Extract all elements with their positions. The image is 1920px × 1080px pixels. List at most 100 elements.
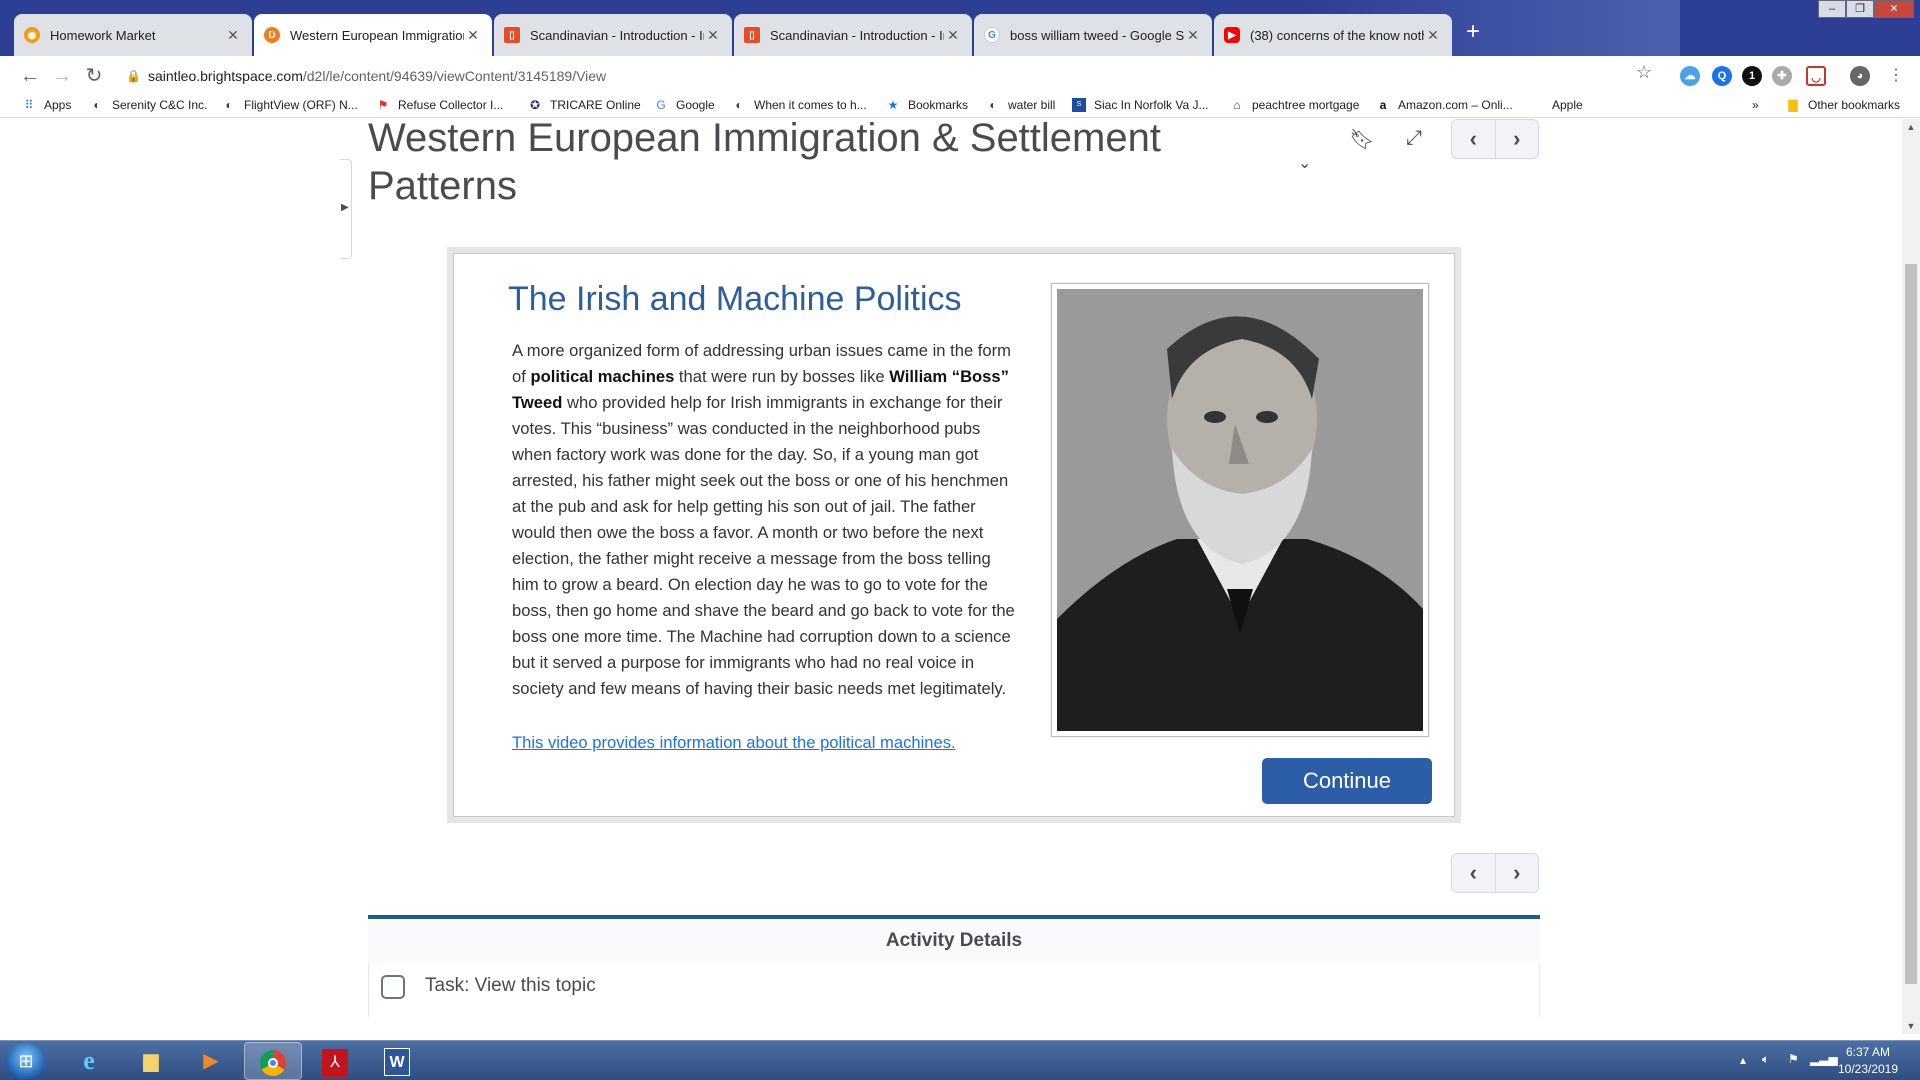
- bookmark-google[interactable]: G Google: [654, 98, 714, 112]
- bookmark-star-icon[interactable]: ☆: [1636, 62, 1652, 83]
- new-tab-button[interactable]: +: [1458, 18, 1488, 48]
- tab-homework-market[interactable]: ◉ Homework Market ✕: [14, 14, 252, 56]
- close-window-button[interactable]: ✕: [1874, 0, 1914, 18]
- acrobat-icon[interactable]: ⅄: [306, 1042, 364, 1080]
- word-icon[interactable]: W: [368, 1042, 426, 1080]
- bookmark-peachtree[interactable]: ⌂ peachtree mortgage: [1230, 98, 1359, 112]
- previous-topic-button[interactable]: ‹: [1452, 854, 1495, 892]
- bookmark-refuse-collector[interactable]: ⚑ Refuse Collector I...: [376, 98, 504, 112]
- close-tab-icon[interactable]: ✕: [224, 27, 242, 44]
- card-body-text: A more organized form of addressing urba…: [512, 341, 1015, 698]
- page-content: ▶ Western European Immigration & Settlem…: [0, 119, 1902, 1034]
- apple-icon: [1530, 98, 1544, 112]
- tab-youtube[interactable]: ▶ (38) concerns of the know nothin ✕: [1214, 14, 1452, 56]
- close-tab-icon[interactable]: ✕: [1184, 27, 1202, 44]
- bookmark-water-bill[interactable]: ◐ water bill: [986, 98, 1055, 112]
- activity-details: Activity Details Task: View this topic: [368, 915, 1540, 1034]
- tab-scandinavian-2[interactable]: ▯ Scandinavian - Introduction - Im ✕: [734, 14, 972, 56]
- activity-task-label: Task: View this topic: [425, 975, 596, 996]
- bookmark-siac[interactable]: S Siac In Norfolk Va J...: [1072, 98, 1209, 112]
- tab-google-search[interactable]: G boss william tweed - Google Sea ✕: [974, 14, 1212, 56]
- youtube-icon: ▶: [1224, 27, 1240, 43]
- windows-start-icon[interactable]: ⊞: [6, 1043, 46, 1079]
- chrome-icon[interactable]: [244, 1042, 302, 1080]
- globe-icon: ◐: [989, 98, 997, 112]
- bookmark-apple[interactable]: Apple: [1530, 98, 1583, 112]
- close-tab-icon[interactable]: ✕: [704, 27, 722, 44]
- maximize-button[interactable]: ❐: [1846, 0, 1874, 18]
- close-tab-icon[interactable]: ✕: [464, 27, 482, 44]
- back-arrow-icon[interactable]: ←: [16, 62, 44, 90]
- card-heading: The Irish and Machine Politics: [508, 280, 962, 318]
- close-tab-icon[interactable]: ✕: [944, 27, 962, 44]
- url-host: saintleo.brightspace.com: [148, 68, 303, 84]
- tab-title: boss william tweed - Google Sea: [1010, 27, 1184, 43]
- bookmark-when-it-comes[interactable]: ◐ When it comes to h...: [732, 98, 866, 112]
- bookmarks-bar: ⠿ Apps ◐ Serenity C&C Inc. ◐ FlightView (OR…: [0, 96, 1920, 118]
- task-checkbox[interactable]: [381, 975, 405, 999]
- next-topic-button[interactable]: ›: [1494, 120, 1539, 158]
- scrollbar-thumb[interactable]: [1905, 264, 1917, 984]
- url-path: /d2l/le/content/94639/viewContent/314518…: [302, 68, 607, 84]
- action-center-flag-icon[interactable]: ⚑: [1788, 1052, 1799, 1080]
- internet-explorer-icon[interactable]: e: [60, 1042, 118, 1080]
- fullscreen-icon[interactable]: ⤢: [1400, 127, 1428, 150]
- browser-tab-strip: ◉ Homework Market ✕ D Western European I…: [0, 0, 1920, 56]
- bookmark-flightview[interactable]: ◐ FlightView (ORF) N...: [222, 98, 357, 112]
- bookmark-amazon[interactable]: a Amazon.com – Onli...: [1376, 98, 1513, 112]
- minimize-button[interactable]: –: [1818, 0, 1846, 18]
- menu-kebab-icon[interactable]: ⋮: [1882, 62, 1910, 90]
- scroll-down-icon[interactable]: ▼: [1902, 1018, 1920, 1034]
- search-extension-icon[interactable]: Q: [1712, 66, 1732, 86]
- tab-title: (38) concerns of the know nothin: [1250, 27, 1424, 43]
- bookmarks-overflow-button[interactable]: »: [1752, 98, 1759, 112]
- activity-task-row: Task: View this topic: [368, 963, 1540, 1017]
- tab-western-european[interactable]: D Western European Immigration & ✕: [254, 14, 492, 56]
- previous-topic-button[interactable]: ‹: [1452, 120, 1495, 158]
- vertical-scrollbar[interactable]: ▲ ▼: [1902, 119, 1920, 1034]
- siac-icon: S: [1072, 98, 1086, 112]
- globe-icon: ◐: [93, 98, 101, 112]
- lock-icon: 🔒: [126, 69, 141, 83]
- apps-grid-icon: ⠿: [24, 98, 34, 112]
- bookmark-apps[interactable]: ⠿ Apps: [22, 98, 72, 112]
- bookmark-serenity[interactable]: ◐ Serenity C&C Inc.: [90, 98, 207, 112]
- system-clock[interactable]: 6:37 AM 10/23/2019: [1820, 1044, 1916, 1078]
- content-card: The Irish and Machine Politics A more or…: [447, 247, 1461, 823]
- next-topic-button[interactable]: ›: [1494, 854, 1539, 892]
- tray-expand-icon[interactable]: ▴: [1740, 1053, 1746, 1080]
- video-link[interactable]: This video provides information about th…: [512, 733, 956, 753]
- address-bar[interactable]: 🔒 saintleo.brightspace.com /d2l/le/conte…: [122, 62, 1702, 90]
- password-manager-icon[interactable]: 1: [1742, 66, 1762, 86]
- reload-icon[interactable]: ↻: [80, 62, 108, 90]
- sidebar-toggle[interactable]: ▶: [340, 159, 352, 259]
- bookmark-tricare[interactable]: ✪ TRICARE Online: [528, 98, 641, 112]
- tab-scandinavian-1[interactable]: ▯ Scandinavian - Introduction - Im ✕: [494, 14, 732, 56]
- screen: ◉ Homework Market ✕ D Western European I…: [0, 0, 1920, 1080]
- puzzle-extension-icon[interactable]: ✚: [1772, 66, 1792, 86]
- profile-avatar[interactable]: ◕: [1850, 66, 1870, 86]
- cloud-extension-icon[interactable]: ☁: [1680, 66, 1700, 86]
- flipbook-icon: ▯: [744, 27, 760, 43]
- media-player-icon[interactable]: ▶: [182, 1042, 240, 1080]
- bookmark-icon[interactable]: 🔖︎: [1348, 127, 1376, 152]
- scroll-up-icon[interactable]: ▲: [1902, 119, 1920, 135]
- file-explorer-icon[interactable]: ▆: [122, 1042, 180, 1080]
- flipbook-icon: ▯: [504, 27, 520, 43]
- chevron-down-icon[interactable]: ⌄: [1298, 153, 1311, 173]
- continue-button[interactable]: Continue: [1262, 758, 1432, 804]
- bookmark-bookmarks[interactable]: ★ Bookmarks: [886, 98, 968, 112]
- other-bookmarks[interactable]: ▇ Other bookmarks: [1786, 98, 1900, 112]
- volume-icon[interactable]: 🔈︎: [1762, 1052, 1769, 1080]
- portrait-image: [1051, 283, 1429, 737]
- folder-icon: ▇: [1788, 98, 1798, 112]
- house-icon: ⌂: [1233, 98, 1241, 112]
- topic-pager-bottom: ‹ ›: [1451, 853, 1539, 893]
- google-icon: G: [984, 27, 1000, 43]
- clock-date: 10/23/2019: [1837, 1062, 1899, 1076]
- amazon-icon: a: [1379, 98, 1387, 112]
- forward-arrow-icon[interactable]: →: [48, 62, 76, 90]
- pocket-extension-icon[interactable]: ◡: [1806, 66, 1826, 86]
- close-tab-icon[interactable]: ✕: [1424, 27, 1442, 44]
- windows-taskbar: ⊞ e ▆ ▶ ⅄ W ▴ 🔈︎ ⚑ ▂▃▅ 6:37 AM 10/23/201…: [0, 1040, 1920, 1080]
